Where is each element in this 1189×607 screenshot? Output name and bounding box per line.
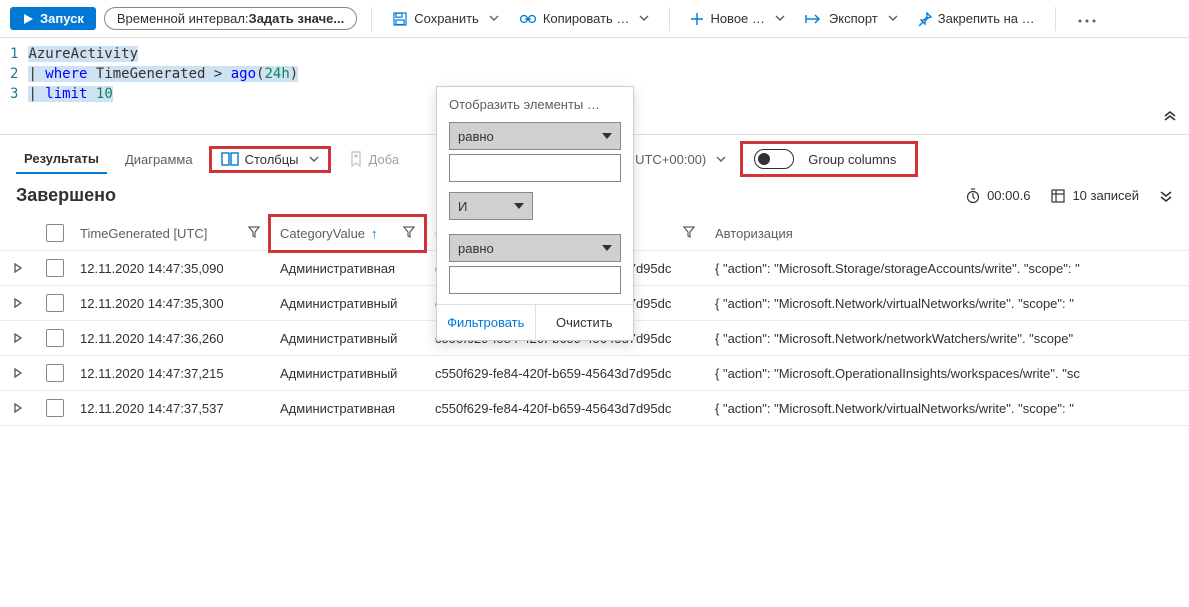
- double-chevron-up-icon: [1163, 108, 1177, 122]
- cell-auth: { "action": "Microsoft.Network/networkWa…: [705, 321, 1189, 356]
- columns-highlight: Столбцы: [211, 148, 329, 171]
- chevron-down-icon: [888, 11, 898, 26]
- divider: [669, 7, 670, 31]
- chevron-down-icon: [309, 152, 319, 167]
- filter-clear-button[interactable]: Очистить: [536, 305, 634, 340]
- time-range-pill[interactable]: Временной интервал: Задать значе...: [104, 7, 357, 30]
- expand-results-button[interactable]: [1159, 189, 1173, 203]
- filter-icon[interactable]: [248, 226, 260, 241]
- filter-icon[interactable]: [403, 226, 415, 241]
- run-label: Запуск: [40, 11, 84, 26]
- expand-row-button[interactable]: [10, 403, 26, 413]
- more-button[interactable]: [1070, 7, 1104, 30]
- cell-time: 12.11.2020 14:47:37,537: [70, 391, 270, 426]
- column-filter-popup: Отобразить элементы … равно И равно Филь…: [436, 86, 634, 341]
- filter-value-2[interactable]: [449, 266, 621, 294]
- timezone-selector[interactable]: UTC+00:00): [629, 148, 732, 171]
- cell-auth: { "action": "Microsoft.Storage/storageAc…: [705, 251, 1189, 286]
- expand-row-button[interactable]: [10, 263, 26, 273]
- collapse-editor-button[interactable]: [1163, 108, 1177, 126]
- caret-down-icon: [602, 133, 612, 139]
- row-checkbox[interactable]: [46, 329, 64, 347]
- row-checkbox[interactable]: [46, 294, 64, 312]
- cell-correlation: c550f629-fe84-420f-b659-45643d7d95dc: [425, 391, 705, 426]
- elapsed-time: 00:00.6: [965, 188, 1030, 204]
- columns-button[interactable]: Столбцы: [211, 148, 329, 171]
- plus-icon: [690, 12, 704, 26]
- cell-auth: { "action": "Microsoft.Network/virtualNe…: [705, 391, 1189, 426]
- filter-operator-1[interactable]: равно: [449, 122, 621, 150]
- save-icon: [392, 11, 408, 27]
- caret-down-icon: [514, 203, 524, 209]
- pin-icon: [918, 12, 932, 26]
- row-checkbox[interactable]: [46, 399, 64, 417]
- group-columns-label: Group columns: [808, 152, 896, 167]
- cell-category: Административная: [270, 251, 425, 286]
- double-chevron-down-icon: [1159, 189, 1173, 203]
- cell-category: Административный: [270, 356, 425, 391]
- chevron-down-icon: [775, 11, 785, 26]
- line-gutter: 1 2 3: [0, 44, 28, 104]
- export-button[interactable]: Экспорт: [799, 7, 904, 30]
- sort-asc-icon: ↑: [371, 226, 378, 241]
- filter-operator-2[interactable]: равно: [449, 234, 621, 262]
- link-icon: [519, 12, 537, 26]
- pin-button[interactable]: Закрепить на …: [912, 7, 1041, 30]
- caret-down-icon: [602, 245, 612, 251]
- filter-logic[interactable]: И: [449, 192, 533, 220]
- cell-category: Административная: [270, 391, 425, 426]
- row-checkbox[interactable]: [46, 259, 64, 277]
- cell-time: 12.11.2020 14:47:36,260: [70, 321, 270, 356]
- divider: [371, 7, 372, 31]
- bookmark-icon: [349, 151, 363, 167]
- group-columns-highlight: Group columns: [742, 143, 916, 175]
- table-row: 12.11.2020 14:47:37,215Административныйc…: [0, 356, 1189, 391]
- export-icon: [805, 13, 823, 25]
- cell-auth: { "action": "Microsoft.Network/virtualNe…: [705, 286, 1189, 321]
- expand-row-button[interactable]: [10, 298, 26, 308]
- cell-time: 12.11.2020 14:47:37,215: [70, 356, 270, 391]
- column-header-auth[interactable]: Авторизация: [705, 216, 1189, 251]
- row-checkbox[interactable]: [46, 364, 64, 382]
- save-button[interactable]: Сохранить: [386, 7, 505, 31]
- ellipsis-icon: [1078, 19, 1096, 23]
- columns-icon: [221, 152, 239, 166]
- group-columns-toggle[interactable]: [754, 149, 794, 169]
- column-header-category[interactable]: CategoryValue ↑: [270, 216, 425, 251]
- chevron-down-icon: [489, 11, 499, 26]
- toolbar: Запуск Временной интервал: Задать значе.…: [0, 0, 1189, 38]
- new-button[interactable]: Новое …: [684, 7, 790, 30]
- record-count: 10 записей: [1050, 188, 1139, 204]
- filter-apply-button[interactable]: Фильтровать: [437, 305, 536, 340]
- cell-time: 12.11.2020 14:47:35,300: [70, 286, 270, 321]
- run-button[interactable]: Запуск: [10, 7, 96, 30]
- copy-button[interactable]: Копировать …: [513, 7, 656, 30]
- cell-time: 12.11.2020 14:47:35,090: [70, 251, 270, 286]
- expand-row-button[interactable]: [10, 333, 26, 343]
- play-icon: [22, 13, 34, 25]
- column-header-time[interactable]: TimeGenerated [UTC]: [70, 216, 270, 251]
- add-bookmark-button[interactable]: Доба: [339, 147, 410, 171]
- filter-icon[interactable]: [683, 226, 695, 241]
- cell-auth: { "action": "Microsoft.OperationalInsigh…: [705, 356, 1189, 391]
- select-all-checkbox[interactable]: [46, 224, 64, 242]
- tab-results[interactable]: Результаты: [16, 145, 107, 174]
- cell-category: Административный: [270, 321, 425, 356]
- filter-value-1[interactable]: [449, 154, 621, 182]
- status-title: Завершено: [16, 185, 116, 206]
- chevron-down-icon: [639, 11, 649, 26]
- cell-correlation: c550f629-fe84-420f-b659-45643d7d95dc: [425, 356, 705, 391]
- divider: [1055, 7, 1056, 31]
- tab-chart[interactable]: Диаграмма: [117, 146, 201, 173]
- cell-category: Административный: [270, 286, 425, 321]
- stopwatch-icon: [965, 188, 981, 204]
- table-icon: [1050, 188, 1066, 204]
- expand-row-button[interactable]: [10, 368, 26, 378]
- table-row: 12.11.2020 14:47:37,537Административнаяc…: [0, 391, 1189, 426]
- chevron-down-icon: [716, 152, 726, 167]
- filter-popup-title: Отобразить элементы …: [437, 87, 633, 118]
